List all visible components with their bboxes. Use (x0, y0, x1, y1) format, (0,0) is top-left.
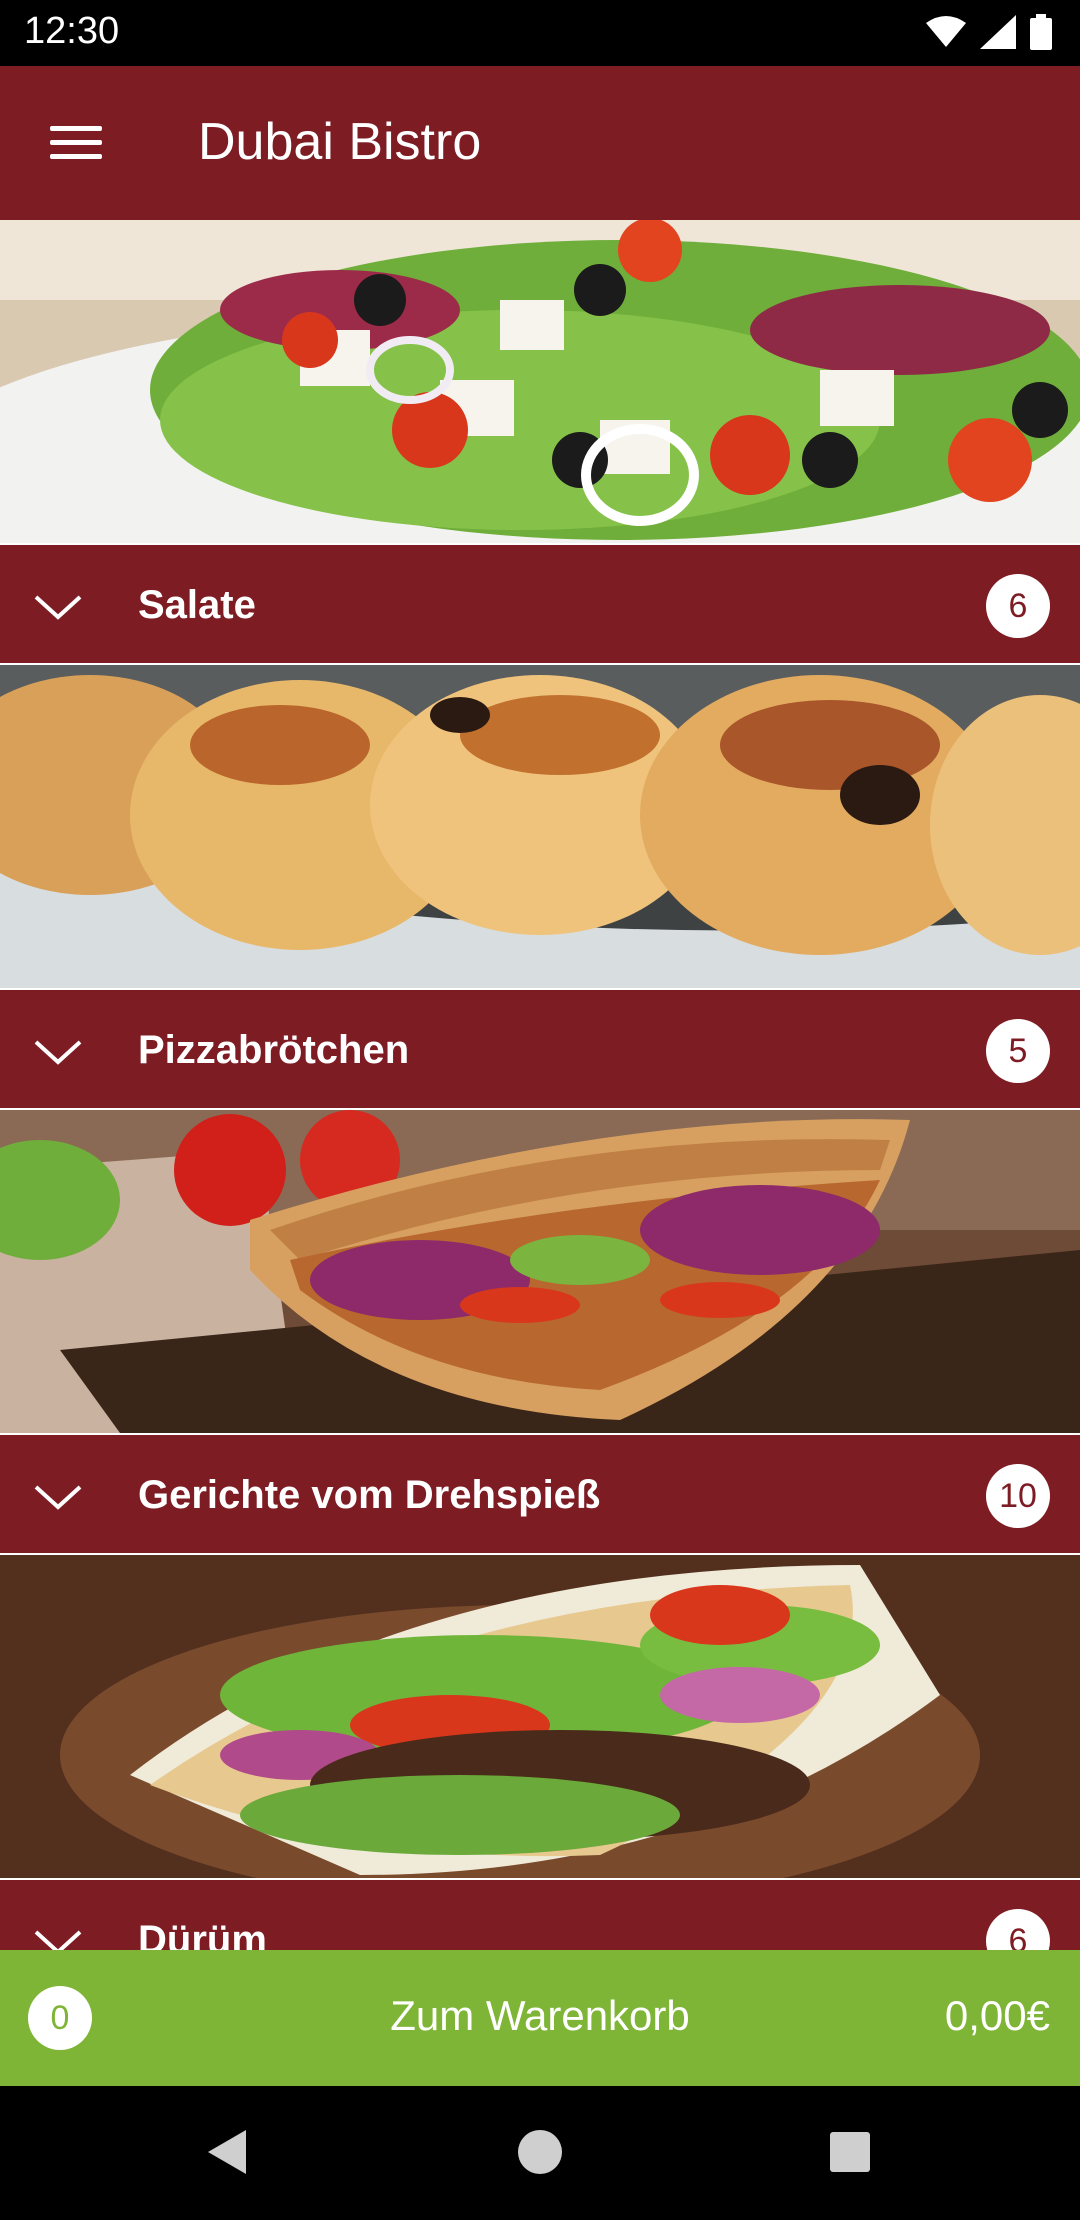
category-count-badge: 10 (986, 1464, 1050, 1528)
wifi-icon (926, 16, 966, 47)
category-list[interactable]: Salate 6 Pizzabrötchen 5 Gerichte vom Dr… (0, 220, 1080, 1950)
category-name: Salate (138, 583, 256, 627)
category-pizzabroetchen[interactable]: Pizzabrötchen 5 (0, 665, 1080, 1110)
status-time: 12:30 (24, 10, 120, 52)
category-name: Gerichte vom Drehspieß (138, 1473, 601, 1517)
category-count-badge: 5 (986, 1019, 1050, 1083)
app-bar: Dubai Bistro (0, 66, 1080, 220)
category-name: Dürüm (138, 1918, 267, 1950)
category-name: Pizzabrötchen (138, 1028, 410, 1072)
category-dueruem[interactable]: Dürüm 6 (0, 1555, 1080, 1950)
category-salate[interactable]: Salate 6 (0, 220, 1080, 665)
category-image (0, 665, 1080, 988)
category-header[interactable]: Pizzabrötchen 5 (0, 988, 1080, 1110)
recents-icon[interactable] (820, 2122, 880, 2182)
cell-signal-icon (980, 15, 1016, 49)
category-gerichte-vom-drehspiess[interactable]: Gerichte vom Drehspieß 10 (0, 1110, 1080, 1555)
category-count-badge: 6 (986, 1909, 1050, 1950)
battery-icon (1030, 14, 1052, 50)
cart-button[interactable]: 0 Zum Warenkorb 0,00€ (0, 1950, 1080, 2086)
navigation-bar (0, 2086, 1080, 2220)
back-icon[interactable] (198, 2122, 258, 2182)
category-header[interactable]: Gerichte vom Drehspieß 10 (0, 1433, 1080, 1555)
chevron-down-icon (34, 1040, 82, 1065)
home-icon[interactable] (510, 2122, 570, 2182)
category-header[interactable]: Salate 6 (0, 543, 1080, 665)
category-image (0, 220, 1080, 543)
menu-button[interactable] (30, 112, 106, 174)
app-title: Dubai Bistro (198, 113, 482, 171)
category-image (0, 1555, 1080, 1878)
category-image (0, 1110, 1080, 1433)
cart-label: Zum Warenkorb (390, 1992, 690, 2039)
chevron-down-icon (34, 1485, 82, 1510)
status-icons (926, 14, 1052, 50)
category-count-badge: 6 (986, 574, 1050, 638)
category-header[interactable]: Dürüm 6 (0, 1878, 1080, 1950)
chevron-down-icon (34, 1930, 82, 1950)
chevron-down-icon (34, 595, 82, 620)
cart-total: 0,00€ (944, 1992, 1050, 2039)
status-bar: 12:30 (0, 0, 1080, 66)
